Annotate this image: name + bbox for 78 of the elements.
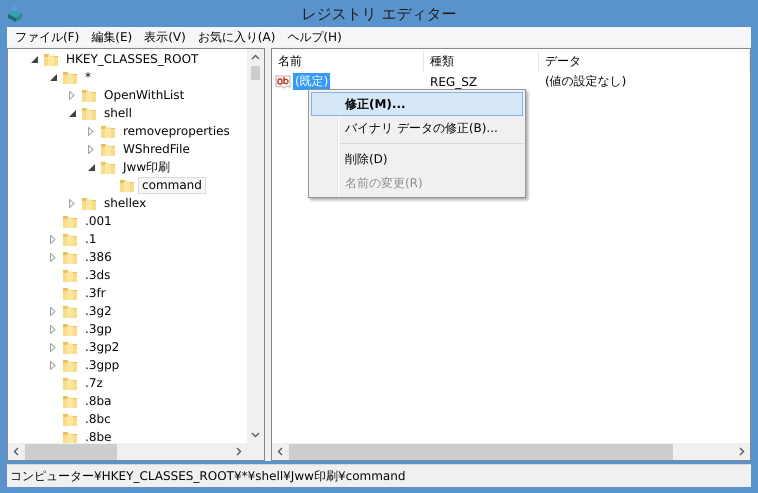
folder-icon (62, 285, 78, 301)
expand-icon[interactable] (50, 324, 56, 334)
tree-item[interactable]: .3gp2 (81, 338, 124, 356)
menu-item[interactable]: 削除(D) (311, 147, 523, 171)
folder-icon (62, 213, 78, 229)
tree-item[interactable]: command (138, 176, 206, 194)
column-header[interactable]: 種類 (424, 51, 539, 71)
folder-icon (100, 159, 116, 175)
tree-item[interactable]: .3gpp (81, 356, 124, 374)
tree-item[interactable]: .8be (81, 428, 116, 443)
folder-icon (81, 195, 97, 211)
registry-icon[interactable] (6, 4, 24, 22)
status-text: コンピューター¥HKEY_CLASSES_ROOT¥*¥shell¥Jww印刷¥command (10, 468, 406, 484)
folder-icon (62, 267, 78, 283)
folder-icon (100, 141, 116, 157)
tree-item[interactable]: WShredFile (119, 140, 194, 158)
string-value-icon (275, 74, 291, 88)
tree-item[interactable]: * (81, 68, 95, 86)
collapse-icon[interactable] (30, 56, 38, 62)
folder-icon (62, 249, 78, 265)
folder-icon (62, 303, 78, 319)
folder-icon (81, 87, 97, 103)
expand-icon[interactable] (50, 342, 56, 352)
menu-item[interactable]: 編集(E) (85, 28, 138, 46)
expand-icon[interactable] (88, 126, 94, 136)
expand-icon[interactable] (50, 306, 56, 316)
folder-icon (62, 339, 78, 355)
tree-item[interactable]: HKEY_CLASSES_ROOT (62, 50, 202, 68)
table-cell-text: (値の設定なし) (544, 73, 628, 90)
folder-icon (62, 375, 78, 391)
tree-item[interactable]: .001 (81, 212, 116, 230)
menu-item[interactable]: ファイル(F) (9, 28, 86, 46)
scrollbar-thumb[interactable] (251, 66, 260, 80)
expand-icon[interactable] (69, 198, 75, 208)
folder-icon (62, 69, 78, 85)
menu-item[interactable]: バイナリ データの修正(B)... (311, 116, 523, 140)
menu-item[interactable]: お気に入り(A) (192, 28, 282, 46)
expand-icon[interactable] (50, 234, 56, 244)
tree-item[interactable]: .8bc (81, 410, 115, 428)
expand-icon[interactable] (50, 252, 56, 262)
folder-icon (62, 357, 78, 373)
tree-item[interactable]: OpenWithList (100, 86, 188, 104)
tree-item[interactable]: .7z (81, 374, 107, 392)
tree-item[interactable]: shellex (100, 194, 150, 212)
expand-icon[interactable] (88, 144, 94, 154)
table-cell-text: REG_SZ (429, 74, 478, 88)
tree-item[interactable]: shell (100, 104, 136, 122)
column-header[interactable]: 名前 (272, 51, 424, 71)
tree-item[interactable]: Jww印刷 (119, 158, 174, 176)
menu-item[interactable]: ヘルプ(H) (281, 28, 348, 46)
tree-item[interactable]: .3fr (81, 284, 110, 302)
collapse-icon[interactable] (88, 164, 94, 170)
tree-item[interactable]: removeproperties (119, 122, 234, 140)
column-header[interactable]: データ (539, 51, 750, 71)
tree-item[interactable]: .3gp (81, 320, 116, 338)
tree-item[interactable]: .3g2 (81, 302, 116, 320)
menu-item[interactable]: 修正(M)... (311, 92, 523, 116)
collapse-icon[interactable] (68, 110, 76, 116)
expand-icon[interactable] (69, 90, 75, 100)
scrollbar-thumb[interactable] (289, 444, 673, 460)
scrollbar-thumb[interactable] (25, 444, 117, 460)
folder-icon (62, 411, 78, 427)
tree-item[interactable]: .8ba (81, 392, 116, 410)
folder-icon (62, 231, 78, 247)
folder-icon (43, 51, 59, 67)
folder-icon (62, 321, 78, 337)
folder-icon (62, 393, 78, 409)
collapse-icon[interactable] (50, 74, 56, 80)
folder-icon (119, 177, 135, 193)
menu-item[interactable]: 表示(V) (138, 28, 192, 46)
tree-item[interactable]: .386 (81, 248, 116, 266)
tree-item[interactable]: .1 (81, 230, 100, 248)
folder-icon (100, 123, 116, 139)
folder-icon (62, 429, 78, 443)
folder-icon (81, 105, 97, 121)
expand-icon[interactable] (50, 360, 56, 370)
window-title: レジストリ エディター (302, 5, 456, 23)
tree-item[interactable]: .3ds (81, 266, 114, 284)
